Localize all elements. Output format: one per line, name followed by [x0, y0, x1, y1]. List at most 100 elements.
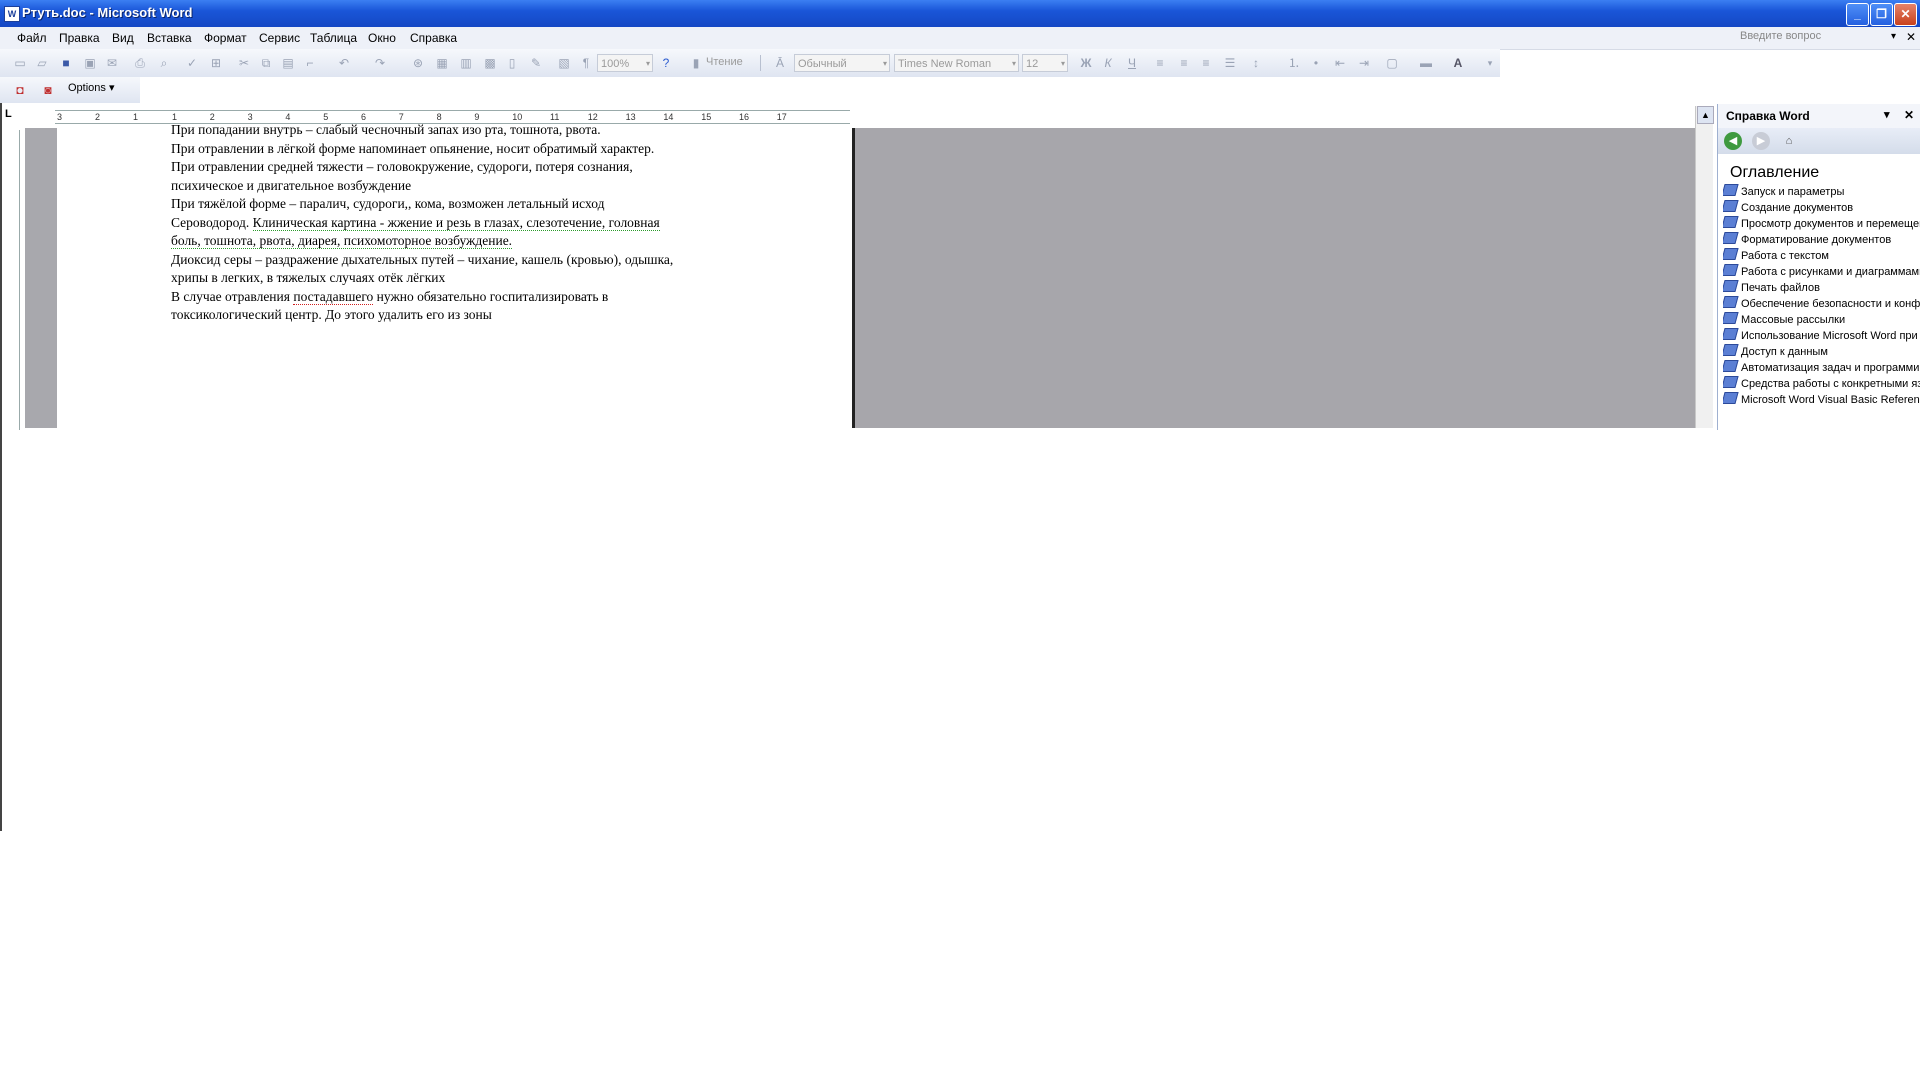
- spelling-icon[interactable]: ✓: [184, 55, 200, 71]
- justify-icon[interactable]: ☰: [1222, 55, 1238, 71]
- toc-item[interactable]: Использование Microsoft Word при: [1723, 328, 1920, 344]
- h2s-prefix: Сероводород.: [171, 214, 253, 230]
- tables-borders-icon[interactable]: ▦: [434, 55, 450, 71]
- font-combo[interactable]: Times New Roman ▾: [894, 54, 1019, 72]
- word-doc-icon[interactable]: W: [4, 6, 20, 22]
- print-preview-icon[interactable]: ⌕: [156, 55, 172, 71]
- toolbar-options-icon[interactable]: ▾: [1482, 55, 1498, 71]
- toc-item[interactable]: Доступ к данным: [1723, 344, 1920, 360]
- undo-icon[interactable]: ↶: [336, 55, 352, 71]
- menu-bar: Файл Правка Вид Вставка Формат Сервис Та…: [0, 27, 1920, 50]
- book-icon: [1723, 232, 1739, 244]
- menu-tools[interactable]: Сервис: [259, 31, 300, 45]
- paste-icon[interactable]: ▤: [280, 55, 296, 71]
- menu-insert[interactable]: Вставка: [147, 31, 192, 45]
- toc-item[interactable]: Запуск и параметры: [1723, 184, 1920, 200]
- menu-table[interactable]: Таблица: [310, 31, 357, 45]
- save-icon[interactable]: ■: [58, 55, 74, 71]
- vertical-scrollbar[interactable]: ▲: [1695, 106, 1714, 428]
- help-icon[interactable]: ?: [658, 55, 674, 71]
- menu-edit[interactable]: Правка: [59, 31, 100, 45]
- book-icon: [1723, 376, 1739, 388]
- menu-help[interactable]: Справка: [410, 31, 457, 45]
- open-icon[interactable]: ▱: [34, 55, 50, 71]
- minimize-button[interactable]: _: [1846, 3, 1869, 26]
- task-pane-close-icon[interactable]: ✕: [1904, 108, 1914, 122]
- document-map-icon[interactable]: ▧: [556, 55, 572, 71]
- research-icon[interactable]: ⊞: [208, 55, 224, 71]
- vertical-ruler[interactable]: [5, 130, 20, 430]
- ask-dropdown-icon[interactable]: ▾: [1891, 31, 1896, 42]
- underline-button[interactable]: Ч: [1124, 55, 1140, 71]
- italic-button[interactable]: К: [1100, 55, 1116, 71]
- drawing-icon[interactable]: ✎: [528, 55, 544, 71]
- options-button[interactable]: Options ▾: [68, 81, 115, 94]
- close-document-button[interactable]: ✕: [1906, 30, 1916, 44]
- line-spacing-icon[interactable]: ↕: [1248, 55, 1264, 71]
- columns-icon[interactable]: ▯: [504, 55, 520, 71]
- borders-icon[interactable]: ▢: [1384, 55, 1400, 71]
- align-right-icon[interactable]: ≡: [1198, 55, 1214, 71]
- protect-icon[interactable]: ◙: [40, 82, 56, 98]
- task-pane-dropdown-icon[interactable]: ▾: [1884, 108, 1890, 121]
- menu-view[interactable]: Вид: [112, 31, 134, 45]
- doc-line: психическое и двигательное возбуждение: [171, 177, 412, 193]
- document-text[interactable]: При попадании внутрь – слабый чесночный …: [171, 121, 791, 325]
- home-icon[interactable]: ⌂: [1780, 132, 1798, 150]
- toc-item[interactable]: Форматирование документов: [1723, 232, 1920, 248]
- back-icon[interactable]: ◀: [1724, 132, 1742, 150]
- maximize-button[interactable]: ❐: [1870, 3, 1893, 26]
- toc-item[interactable]: Печать файлов: [1723, 280, 1920, 296]
- menu-file[interactable]: Файл: [17, 31, 47, 45]
- toc-item[interactable]: Просмотр документов и перемещение: [1723, 216, 1920, 232]
- permission-icon[interactable]: ▣: [82, 55, 98, 71]
- bullets-icon[interactable]: •: [1308, 55, 1324, 71]
- styles-formatting-icon[interactable]: Ā: [772, 55, 788, 71]
- decrease-indent-icon[interactable]: ⇤: [1332, 55, 1348, 71]
- cut-icon[interactable]: ✂: [236, 55, 252, 71]
- reading-icon[interactable]: ▮: [688, 55, 704, 71]
- align-center-icon[interactable]: ≡: [1176, 55, 1192, 71]
- menu-format[interactable]: Формат: [204, 31, 247, 45]
- scroll-up-icon[interactable]: ▲: [1697, 106, 1714, 124]
- font-size-value: 12: [1026, 58, 1039, 70]
- reading-label[interactable]: Чтение: [706, 56, 743, 68]
- format-painter-icon[interactable]: ⌐: [302, 55, 318, 71]
- show-hide-icon[interactable]: ¶: [578, 55, 594, 71]
- increase-indent-icon[interactable]: ⇥: [1356, 55, 1372, 71]
- font-color-icon[interactable]: A: [1450, 55, 1466, 71]
- toc-item[interactable]: Создание документов: [1723, 200, 1920, 216]
- new-icon[interactable]: ▭: [12, 55, 28, 71]
- email-icon[interactable]: ✉: [104, 55, 120, 71]
- toc-item[interactable]: Обеспечение безопасности и конфиденциаль…: [1723, 296, 1920, 312]
- toc-item[interactable]: Работа с рисунками и диаграммами: [1723, 264, 1920, 280]
- book-icon: [1723, 216, 1739, 228]
- font-size-combo[interactable]: 12 ▾: [1022, 54, 1068, 72]
- align-left-icon[interactable]: ≡: [1152, 55, 1168, 71]
- toc-item[interactable]: Работа с текстом: [1723, 248, 1920, 264]
- style-combo[interactable]: Обычный ▾: [794, 54, 890, 72]
- toc-item[interactable]: Автоматизация задач и программирование: [1723, 360, 1920, 376]
- toc-title: Оглавление: [1730, 164, 1820, 181]
- title-bar[interactable]: W Ртуть.doc - Microsoft Word _ ❐ ✕: [0, 0, 1920, 27]
- reviewing-icon[interactable]: ◘: [12, 82, 28, 98]
- toc-item[interactable]: Microsoft Word Visual Basic Reference: [1723, 392, 1920, 408]
- toc-item-label: Просмотр документов и перемещение: [1741, 218, 1920, 230]
- menu-window[interactable]: Окно: [368, 31, 396, 45]
- copy-icon[interactable]: ⧉: [258, 55, 274, 71]
- insert-excel-icon[interactable]: ▩: [482, 55, 498, 71]
- bold-button[interactable]: Ж: [1078, 55, 1094, 71]
- toc-item[interactable]: Массовые рассылки: [1723, 312, 1920, 328]
- forward-icon[interactable]: ▶: [1752, 132, 1770, 150]
- zoom-combo[interactable]: 100% ▾: [597, 54, 653, 72]
- close-button[interactable]: ✕: [1894, 3, 1917, 26]
- redo-icon[interactable]: ↷: [372, 55, 388, 71]
- hyperlink-icon[interactable]: ⊛: [410, 55, 426, 71]
- tab-selector[interactable]: L: [5, 108, 12, 120]
- numbering-icon[interactable]: ⒈: [1286, 55, 1302, 71]
- highlight-icon[interactable]: ▬: [1418, 55, 1434, 71]
- toc-item[interactable]: Средства работы с конкретными языками: [1723, 376, 1920, 392]
- ask-question-input[interactable]: Введите вопрос: [1740, 30, 1890, 46]
- print-icon[interactable]: ⎙: [132, 55, 148, 71]
- insert-table-icon[interactable]: ▥: [458, 55, 474, 71]
